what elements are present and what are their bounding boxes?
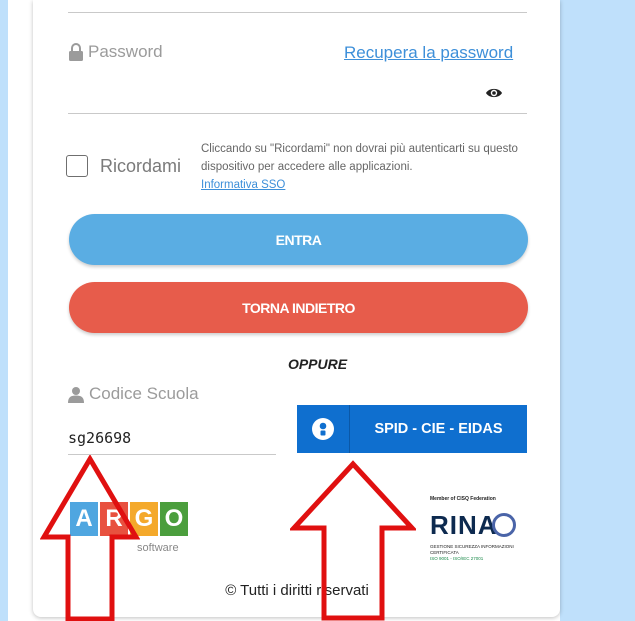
argo-subtitle: software bbox=[137, 542, 179, 554]
enter-button[interactable]: ENTRA bbox=[69, 214, 528, 265]
page-background-left bbox=[0, 0, 8, 621]
rina-iso-text: ISO 9001 - ISO/IEC 27001 bbox=[430, 556, 484, 561]
sso-info-link[interactable]: Informativa SSO bbox=[201, 176, 531, 194]
spid-login-button[interactable]: SPID - CIE - EIDAS bbox=[297, 405, 527, 453]
rina-wordmark: RINA bbox=[430, 510, 498, 540]
password-field-underline[interactable] bbox=[68, 113, 527, 114]
rina-small-text: GESTIONE SICUREZZA INFORMAZIONI CERTIFIC… bbox=[430, 544, 526, 562]
school-code-label: Codice Scuola bbox=[68, 384, 199, 404]
remember-note: Cliccando su "Ricordami" non dovrai più … bbox=[201, 140, 531, 194]
rina-top-text: Member of CISQ Federation bbox=[430, 496, 496, 502]
lock-icon bbox=[69, 43, 83, 61]
red-arrow-right-annotation bbox=[290, 460, 416, 621]
username-field-underline bbox=[68, 12, 527, 13]
spid-user-icon bbox=[312, 418, 334, 440]
recover-password-link[interactable]: Recupera la password bbox=[344, 43, 513, 63]
back-button[interactable]: TORNA INDIETRO bbox=[69, 282, 528, 333]
remember-label: Ricordami bbox=[100, 156, 182, 176]
password-label-text: Password bbox=[88, 42, 163, 61]
school-code-label-text: Codice Scuola bbox=[89, 384, 199, 403]
user-icon bbox=[68, 386, 84, 403]
school-code-input[interactable] bbox=[68, 422, 276, 455]
rina-certification-logo: Member of CISQ Federation RINA GESTIONE … bbox=[430, 496, 526, 562]
separator-text: OPPURE bbox=[287, 356, 348, 372]
rina-seal-icon bbox=[492, 513, 516, 537]
argo-tile-o: O bbox=[160, 502, 188, 536]
remember-note-text: Cliccando su "Ricordami" non dovrai più … bbox=[201, 143, 518, 173]
spid-icon-box bbox=[297, 405, 350, 453]
remember-checkbox[interactable] bbox=[66, 155, 88, 177]
red-arrow-left-annotation bbox=[40, 455, 140, 621]
password-label: Password bbox=[68, 42, 163, 62]
page-background-right bbox=[560, 0, 635, 621]
spid-label: SPID - CIE - EIDAS bbox=[374, 421, 503, 437]
rina-small-caption: GESTIONE SICUREZZA INFORMAZIONI CERTIFIC… bbox=[430, 544, 514, 555]
eye-icon[interactable] bbox=[485, 86, 503, 100]
